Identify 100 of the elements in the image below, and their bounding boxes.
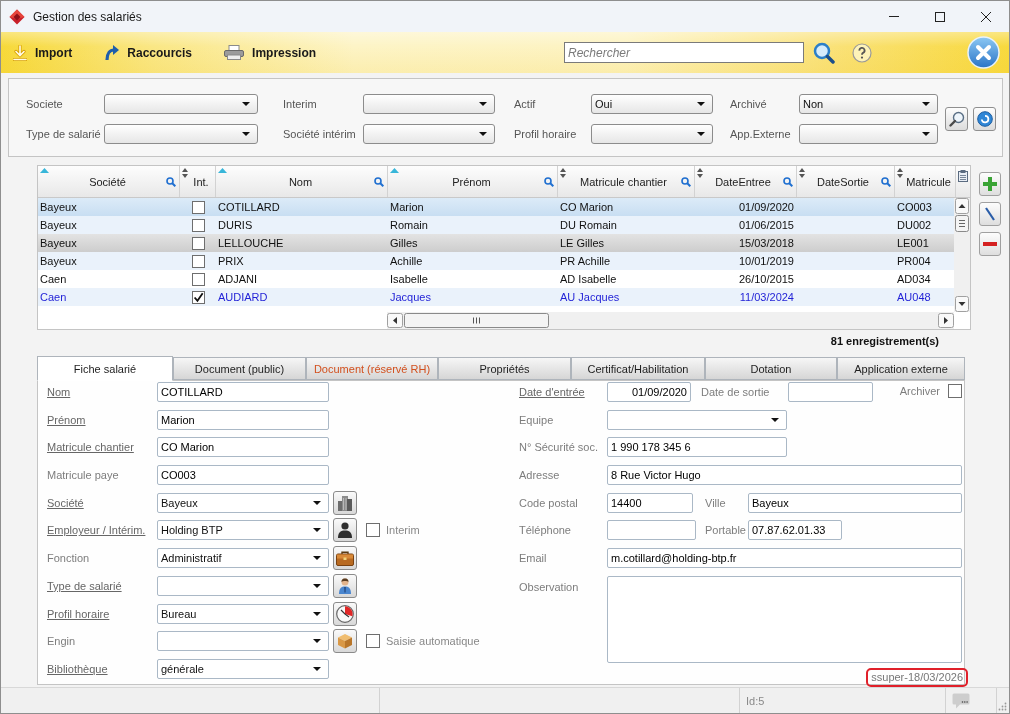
tab[interactable]: Dotation (705, 357, 837, 380)
field-link[interactable]: Date d'entrée (519, 386, 585, 398)
checkbox[interactable] (191, 272, 205, 286)
field-link[interactable]: Bibliothèque (47, 662, 108, 675)
checkbox[interactable] (191, 200, 205, 214)
tab[interactable]: Propriétés (438, 357, 571, 380)
filter-dropdown[interactable]: Oui (591, 94, 713, 114)
date-field[interactable]: 01/09/2020 (607, 382, 691, 402)
caret-icon (479, 132, 487, 136)
text-field[interactable]: CO Marion (157, 437, 329, 458)
table-cell: DU Romain (560, 219, 617, 231)
column-header[interactable]: Int. (180, 166, 216, 197)
field-link[interactable]: Type de salarié (47, 579, 122, 592)
field-link[interactable]: Prénom (47, 413, 86, 426)
text-field[interactable]: 1 990 178 345 6 (607, 437, 787, 458)
caret-icon (313, 500, 321, 505)
resize-grip-icon[interactable] (998, 702, 1007, 711)
table-row[interactable]: Bayeux LELLOUCHE Gilles LE Gilles 15/03/2018 LE001 (38, 234, 954, 252)
field-label: Archiver (899, 384, 940, 397)
toolbar-button[interactable]: Raccourcis (98, 37, 199, 68)
text-field[interactable]: Bayeux (748, 492, 962, 513)
text-field[interactable]: 8 Rue Victor Hugo (607, 465, 962, 486)
column-header[interactable]: Matricule (895, 166, 956, 197)
table-cell: Romain (390, 219, 428, 231)
record-count: 81 enregistrement(s) (830, 335, 939, 347)
field-label: Observation (519, 580, 579, 593)
checkbox[interactable] (191, 236, 205, 250)
lookup-button[interactable] (333, 546, 357, 571)
delete-button[interactable] (979, 232, 1001, 256)
lookup-button[interactable] (333, 573, 357, 598)
search-icon[interactable] (813, 41, 835, 64)
table-cell: Caen (40, 291, 67, 303)
table-row[interactable]: Bayeux DURIS Romain DU Romain 01/06/2015 DU002 (38, 216, 954, 234)
filter-dropdown[interactable] (363, 124, 495, 144)
checkbox[interactable] (191, 290, 205, 304)
refresh-button[interactable] (973, 107, 996, 131)
text-field[interactable]: COTILLARD (157, 382, 329, 402)
field-link[interactable]: Matricule chantier (47, 441, 134, 454)
dropdown[interactable]: Bayeux (157, 492, 329, 513)
dropdown[interactable]: Bureau (157, 603, 329, 624)
field-link[interactable]: Société (47, 496, 84, 509)
column-header[interactable]: DateSortie (797, 166, 895, 197)
text-field[interactable] (607, 520, 696, 541)
column-header[interactable]: Nom (216, 166, 388, 197)
toolbar-button[interactable]: Import (7, 37, 79, 68)
add-button[interactable] (979, 172, 1001, 196)
dropdown[interactable]: Holding BTP (157, 520, 329, 541)
checkbox[interactable] (191, 218, 205, 232)
column-header[interactable]: Prénom (388, 166, 558, 197)
lookup-button[interactable] (333, 490, 357, 515)
building-icon (338, 494, 352, 511)
help-icon[interactable] (852, 42, 872, 63)
vertical-scrollbar[interactable] (954, 198, 970, 312)
checkbox[interactable] (191, 254, 205, 268)
field-link[interactable]: Profil horaire (47, 607, 110, 620)
column-header[interactable]: Matricule chantier (558, 166, 695, 197)
field-link[interactable]: Employeur / Intérim. (47, 524, 146, 537)
column-header[interactable]: Société (38, 166, 180, 197)
table-cell: AU Jacques (560, 291, 620, 303)
minimize-icon (889, 16, 899, 17)
filter-dropdown[interactable] (104, 94, 258, 114)
checkbox-label: Interim (386, 524, 420, 537)
field-link[interactable]: Nom (47, 386, 71, 398)
date-field[interactable] (788, 382, 873, 402)
filter-dropdown[interactable]: Non (799, 94, 938, 114)
search-field[interactable]: Rechercher (564, 42, 804, 63)
edit-button[interactable] (979, 202, 1001, 226)
checkbox[interactable] (366, 523, 380, 538)
field-label: Equipe (519, 413, 554, 426)
checkbox[interactable] (948, 383, 962, 398)
text-field[interactable]: 14400 (607, 492, 693, 513)
table-row[interactable]: Bayeux COTILLARD Marion CO Marion 01/09/2020 CO003 (38, 198, 954, 216)
table-row[interactable]: Bayeux PRIX Achille PR Achille 10/01/2019 PR004 (38, 252, 954, 270)
caret-icon (479, 102, 487, 106)
table-row[interactable]: Caen AUDIARD Jacques AU Jacques 11/03/2024 AU048 (38, 288, 954, 306)
filter-dropdown[interactable] (799, 124, 938, 144)
text-field[interactable]: CO003 (157, 465, 329, 486)
field-label: Date de sortie (701, 386, 770, 398)
toolbar-button[interactable]: Impression (218, 37, 323, 68)
table-cell: 01/06/2015 (738, 219, 794, 231)
tab[interactable]: Document (public) (173, 357, 306, 380)
text-field[interactable]: 07.87.62.01.33 (748, 520, 842, 541)
tab[interactable]: Fiche salarié (37, 356, 173, 381)
text-field[interactable]: Marion (157, 409, 329, 430)
tab[interactable]: Application externe (837, 357, 965, 380)
close-icon[interactable] (967, 36, 1000, 69)
filter-dropdown[interactable] (591, 124, 713, 144)
tab[interactable]: Certificat/Habilitation (571, 357, 705, 380)
plus-icon (983, 177, 997, 191)
dropdown[interactable]: Administratif (157, 548, 329, 569)
filter-dropdown[interactable] (363, 94, 495, 114)
search-button[interactable] (945, 107, 968, 131)
horizontal-scrollbar[interactable] (387, 312, 954, 329)
column-header[interactable]: DateEntree (695, 166, 797, 197)
filter-dropdown[interactable] (104, 124, 258, 144)
dropdown[interactable]: générale (157, 658, 329, 679)
text-field[interactable]: m.cotillard@holding-btp.fr (607, 548, 962, 569)
column-chooser-icon[interactable] (958, 170, 968, 182)
lookup-button[interactable] (333, 518, 357, 543)
checkbox[interactable] (366, 634, 380, 649)
